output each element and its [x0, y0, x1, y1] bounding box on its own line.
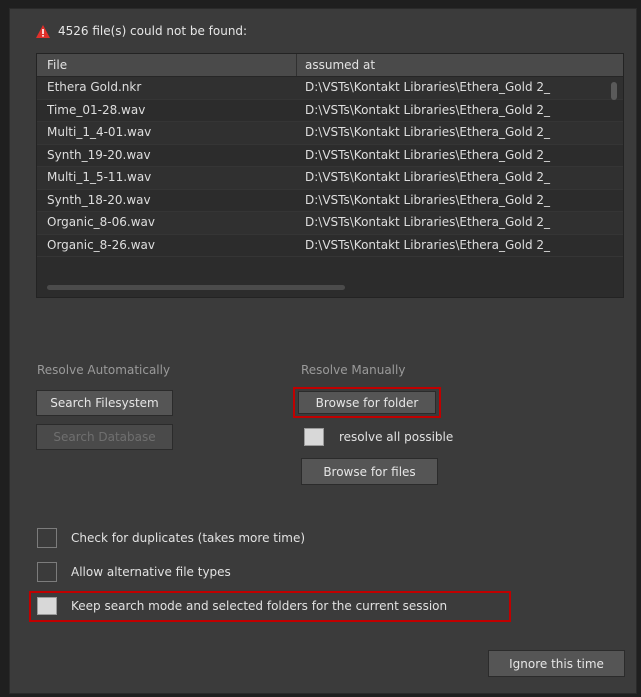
- assumed-path: D:\VSTs\Kontakt Libraries\Ethera_Gold 2_: [305, 215, 551, 229]
- table-row[interactable]: Multi_1_4-01.wav D:\VSTs\Kontakt Librari…: [37, 122, 623, 145]
- resolve-automatically-label: Resolve Automatically: [37, 363, 171, 377]
- assumed-path: D:\VSTs\Kontakt Libraries\Ethera_Gold 2_: [305, 237, 551, 252]
- table-row[interactable]: Synth_19-20.wav D:\VSTs\Kontakt Librarie…: [37, 144, 623, 167]
- allow-alt-types-checkbox[interactable]: [37, 562, 57, 582]
- ignore-this-time-button[interactable]: Ignore this time: [488, 650, 625, 677]
- resolve-all-possible-label: resolve all possible: [339, 430, 454, 444]
- keep-search-mode-checkbox[interactable]: [37, 597, 57, 615]
- column-divider[interactable]: [296, 54, 297, 76]
- warning-triangle-icon: [36, 24, 50, 38]
- allow-alt-types-label: Allow alternative file types: [71, 565, 231, 579]
- assumed-path: D:\VSTs\Kontakt Libraries\Ethera_Gold 2_: [305, 125, 551, 139]
- table-row[interactable]: Organic_8-26.wav D:\VSTs\Kontakt Librari…: [37, 234, 623, 257]
- file-name: Organic_8-26.wav: [47, 237, 155, 252]
- browse-for-folder-button[interactable]: Browse for folder: [298, 391, 436, 414]
- keep-search-mode-row[interactable]: Keep search mode and selected folders fo…: [37, 597, 447, 615]
- search-database-button: Search Database: [36, 424, 173, 450]
- file-name: Ethera Gold.nkr: [47, 80, 142, 94]
- allow-alt-types-row[interactable]: Allow alternative file types: [37, 562, 231, 582]
- table-row[interactable]: Synth_18-20.wav D:\VSTs\Kontakt Librarie…: [37, 189, 623, 212]
- table-row[interactable]: Multi_1_5-11.wav D:\VSTs\Kontakt Librari…: [37, 167, 623, 190]
- missing-files-message: 4526 file(s) could not be found:: [58, 24, 248, 38]
- assumed-path: D:\VSTs\Kontakt Libraries\Ethera_Gold 2_: [305, 102, 551, 117]
- column-header-assumed-at[interactable]: assumed at: [305, 54, 375, 76]
- assumed-path: D:\VSTs\Kontakt Libraries\Ethera_Gold 2_: [305, 147, 551, 162]
- keep-search-mode-label: Keep search mode and selected folders fo…: [71, 599, 448, 613]
- table-body: Ethera Gold.nkr D:\VSTs\Kontakt Librarie…: [37, 77, 623, 257]
- vertical-scrollbar[interactable]: [611, 82, 617, 100]
- check-duplicates-checkbox[interactable]: [37, 528, 57, 548]
- file-name: Multi_1_4-01.wav: [47, 125, 152, 139]
- file-name: Time_01-28.wav: [47, 102, 146, 117]
- check-duplicates-row[interactable]: Check for duplicates (takes more time): [37, 528, 305, 548]
- file-name: Organic_8-06.wav: [47, 215, 155, 229]
- table-header: File assumed at: [37, 54, 623, 77]
- assumed-path: D:\VSTs\Kontakt Libraries\Ethera_Gold 2_: [305, 192, 551, 207]
- header: 4526 file(s) could not be found:: [36, 22, 247, 40]
- column-header-file[interactable]: File: [47, 54, 67, 76]
- missing-files-table[interactable]: File assumed at Ethera Gold.nkr D:\VSTs\…: [36, 53, 624, 298]
- assumed-path: D:\VSTs\Kontakt Libraries\Ethera_Gold 2_: [305, 80, 551, 94]
- search-filesystem-button[interactable]: Search Filesystem: [36, 390, 173, 416]
- assumed-path: D:\VSTs\Kontakt Libraries\Ethera_Gold 2_: [305, 170, 551, 184]
- table-row[interactable]: Time_01-28.wav D:\VSTs\Kontakt Libraries…: [37, 99, 623, 122]
- table-row[interactable]: Organic_8-06.wav D:\VSTs\Kontakt Librari…: [37, 212, 623, 235]
- file-name: Multi_1_5-11.wav: [47, 170, 152, 184]
- file-name: Synth_18-20.wav: [47, 192, 151, 207]
- file-name: Synth_19-20.wav: [47, 147, 151, 162]
- table-row[interactable]: Ethera Gold.nkr D:\VSTs\Kontakt Librarie…: [37, 77, 623, 100]
- browse-for-files-button[interactable]: Browse for files: [301, 458, 438, 485]
- check-duplicates-label: Check for duplicates (takes more time): [71, 531, 306, 545]
- horizontal-scrollbar[interactable]: [47, 285, 345, 290]
- resolve-manually-label: Resolve Manually: [301, 363, 406, 377]
- resolve-all-possible-row[interactable]: resolve all possible: [304, 428, 453, 446]
- resolve-all-possible-checkbox[interactable]: [304, 428, 324, 446]
